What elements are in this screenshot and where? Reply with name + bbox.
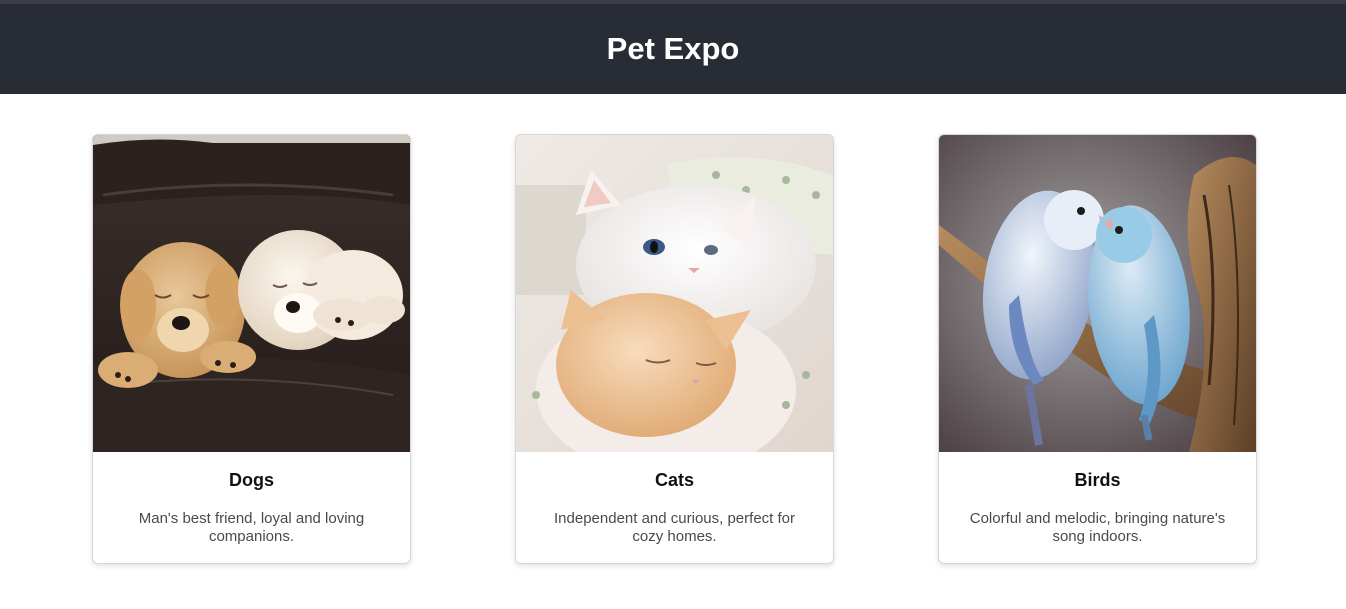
- card-description: Man's best friend, loyal and loving comp…: [138, 510, 365, 545]
- page-title: Pet Expo: [606, 31, 740, 66]
- pet-card-birds[interactable]: Birds Colorful and melodic, bringing nat…: [938, 134, 1257, 564]
- card-description: Independent and curious, perfect for coz…: [554, 510, 795, 545]
- pet-card-cats[interactable]: Cats Independent and curious, perfect fo…: [515, 134, 834, 564]
- card-title: Birds: [1074, 470, 1121, 490]
- cats-photo: [516, 135, 833, 452]
- card-title: Dogs: [229, 470, 274, 490]
- card-description: Colorful and melodic, bringing nature's …: [969, 510, 1226, 545]
- birds-photo: [939, 135, 1256, 452]
- pet-card-dogs[interactable]: Dogs Man's best friend, loyal and loving…: [92, 134, 411, 564]
- site-header: Pet Expo: [0, 4, 1346, 94]
- card-title: Cats: [654, 470, 694, 490]
- pet-gallery: Dogs Man's best friend, loyal and loving…: [0, 94, 1346, 609]
- dogs-photo: [93, 135, 410, 452]
